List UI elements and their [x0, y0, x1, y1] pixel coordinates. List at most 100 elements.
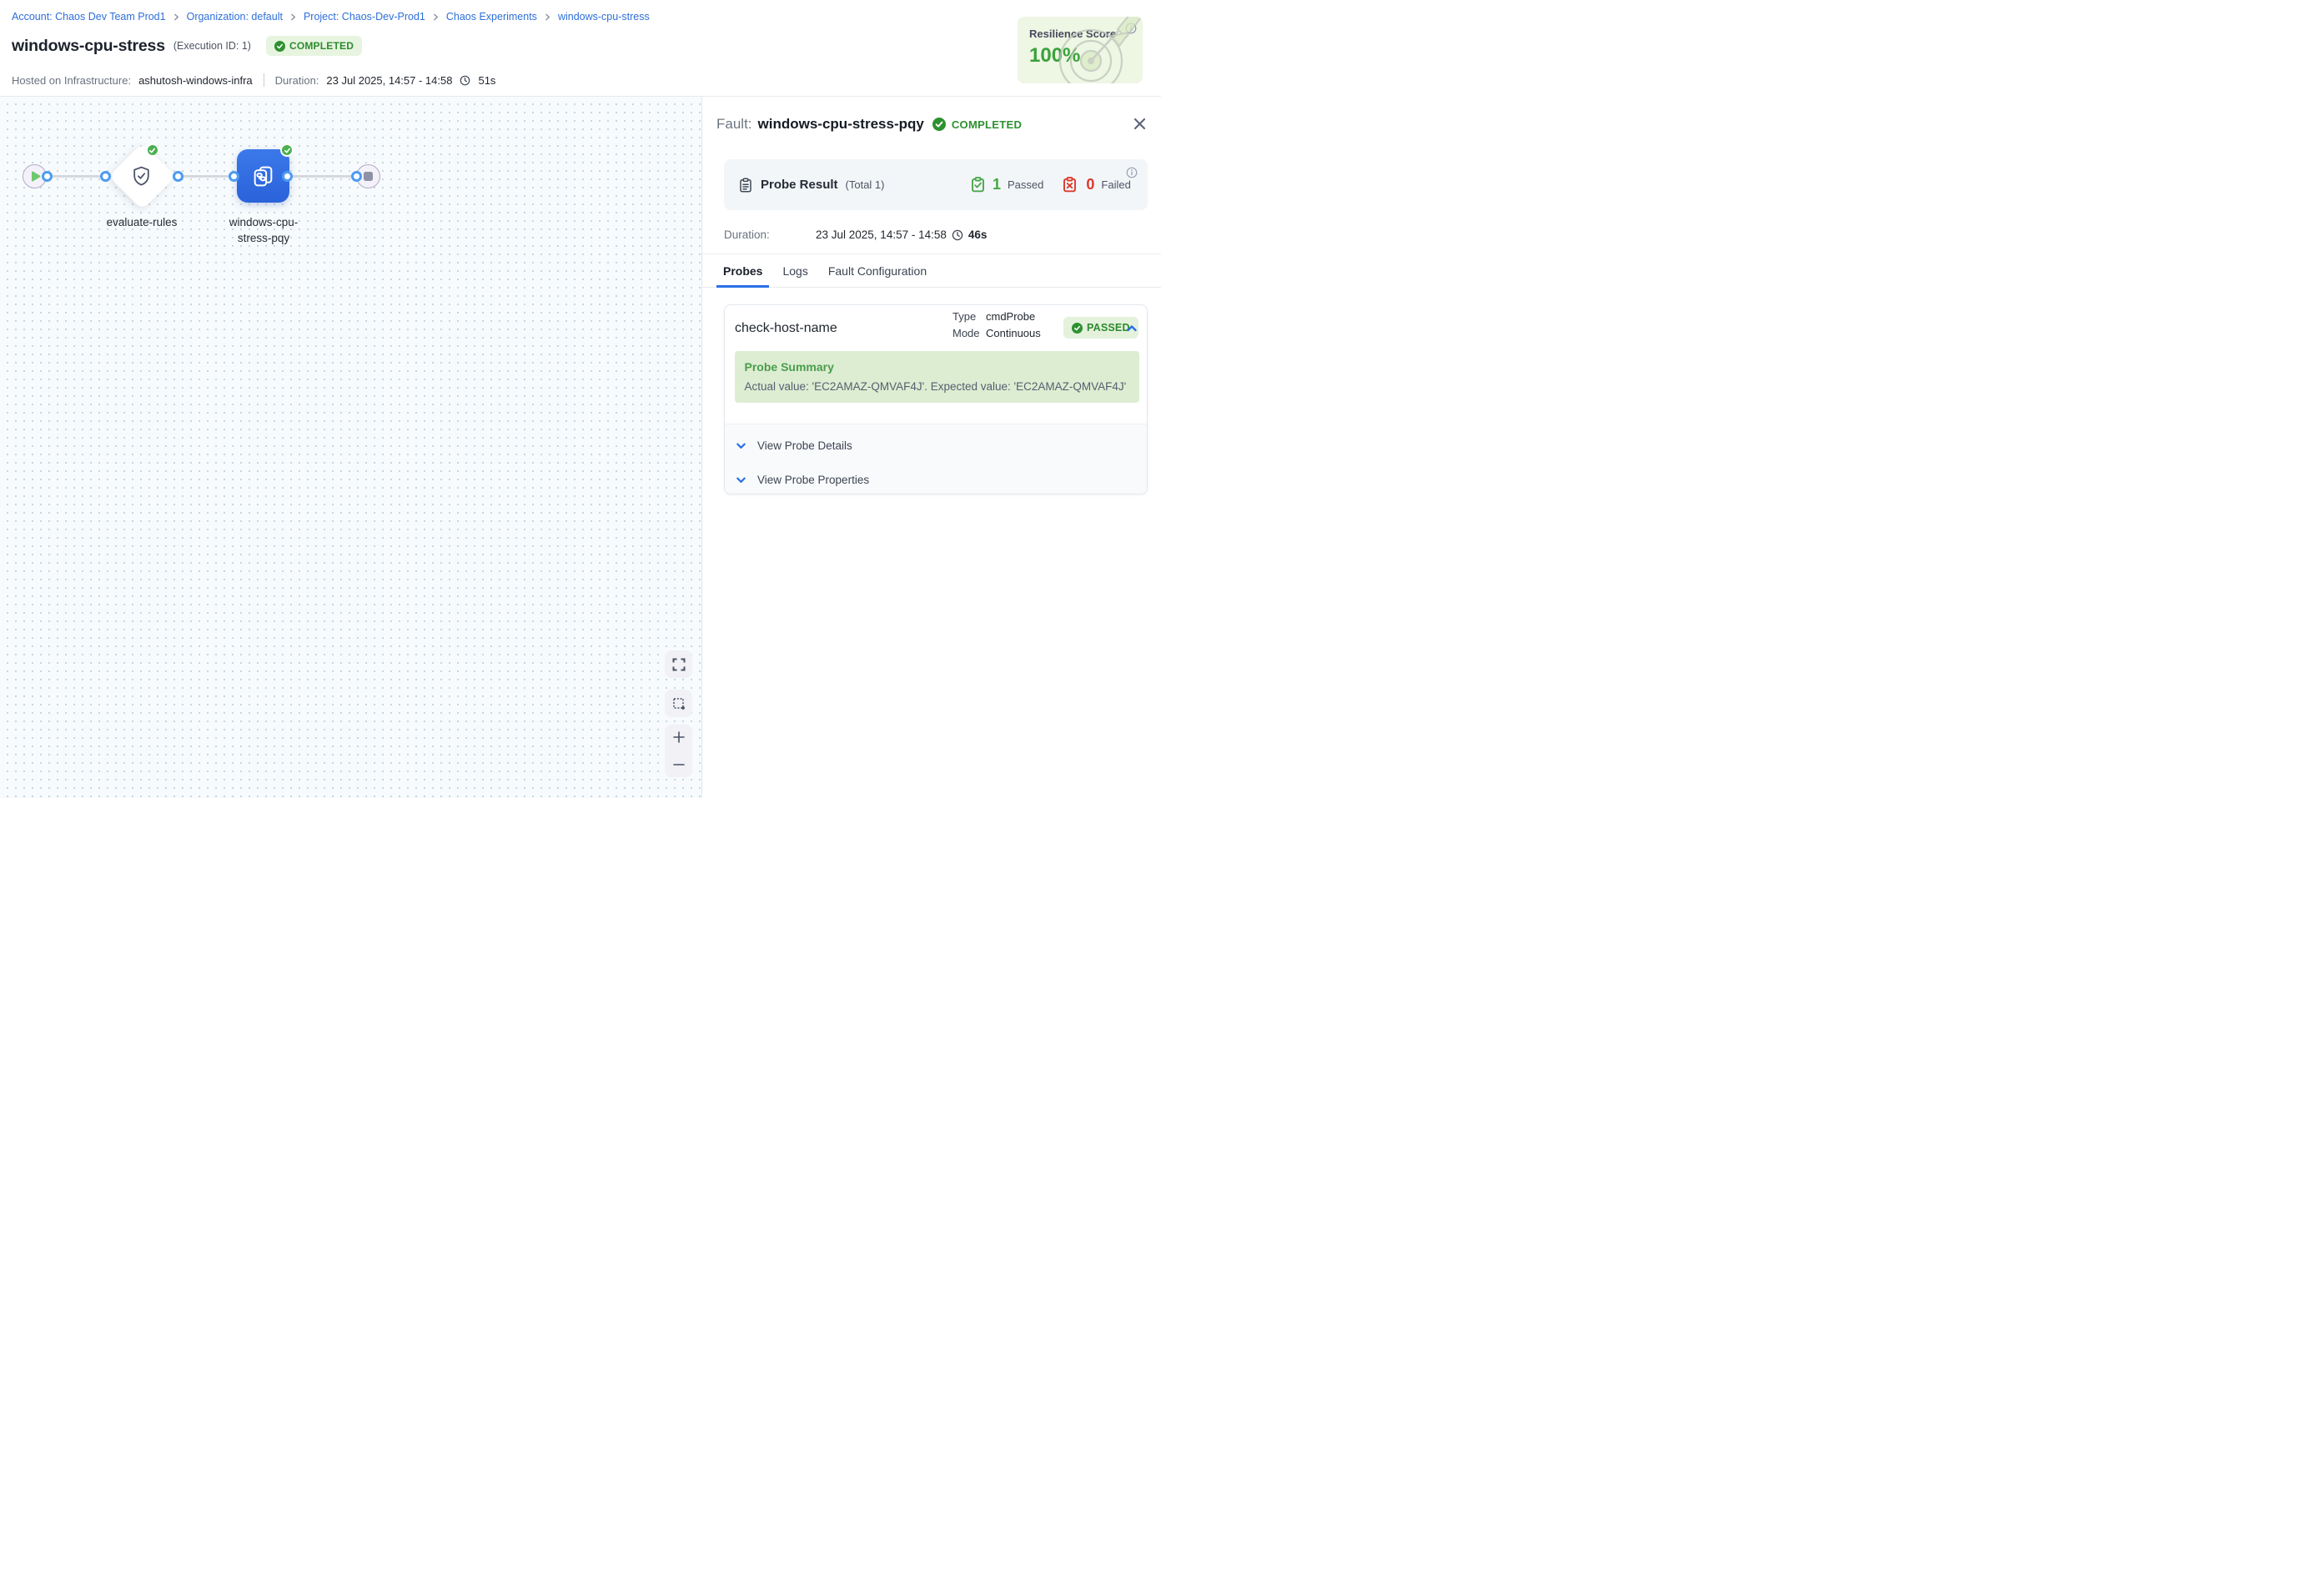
passed-label: Passed [1008, 178, 1043, 191]
experiment-status-label: COMPLETED [289, 40, 354, 52]
chevron-right-icon [173, 13, 180, 21]
probe-result-counts: 1 Passed 0 Failed [970, 159, 1143, 210]
subtitle-row: Hosted on Infrastructure: ashutosh-windo… [12, 73, 495, 87]
app-window: Account: Chaos Dev Team Prod1 Organizati… [0, 0, 1161, 798]
tab-probes[interactable]: Probes [716, 254, 769, 287]
view-probe-details-toggle[interactable]: View Probe Details [736, 439, 852, 452]
fault-detail-panel: Fault: windows-cpu-stress-pqy COMPLETED … [702, 97, 1161, 798]
duration-value: 23 Jul 2025, 14:57 - 14:58 [326, 74, 452, 87]
info-icon[interactable] [1126, 167, 1138, 183]
duration-label: Duration: [724, 228, 816, 241]
port [42, 171, 53, 182]
page-header: Account: Chaos Dev Team Prod1 Organizati… [0, 0, 1161, 97]
fullscreen-icon [672, 658, 686, 671]
close-panel-button[interactable] [1132, 116, 1148, 132]
breadcrumb: Account: Chaos Dev Team Prod1 Organizati… [12, 11, 650, 23]
fault-steps-icon [251, 164, 275, 188]
fault-header: Fault: windows-cpu-stress-pqy COMPLETED [716, 116, 1148, 133]
check-circle-icon [932, 118, 946, 131]
stop-icon [364, 172, 373, 181]
tab-fault-configuration[interactable]: Fault Configuration [822, 254, 933, 287]
duration-seconds: 46s [968, 228, 988, 241]
view-probe-details-label: View Probe Details [757, 439, 852, 452]
port [100, 171, 111, 182]
clock-icon [952, 229, 963, 241]
marquee-select-button[interactable] [665, 690, 692, 717]
infrastructure-name: ashutosh-windows-infra [138, 74, 253, 87]
probe-summary-title: Probe Summary [745, 360, 834, 374]
success-check-badge [280, 143, 294, 157]
success-check-badge [146, 143, 159, 157]
fault-label: Fault: [716, 116, 752, 133]
hosted-label: Hosted on Infrastructure: [12, 74, 131, 87]
probe-result-left: Probe Result (Total 1) [738, 159, 885, 210]
page-title: windows-cpu-stress [12, 37, 165, 56]
clock-icon [460, 75, 470, 86]
node-label-evaluate-rules: evaluate-rules [75, 215, 209, 231]
port [351, 171, 362, 182]
duration-value: 23 Jul 2025, 14:57 - 14:58 [816, 228, 947, 241]
check-circle-icon [274, 41, 285, 52]
shield-check-icon [130, 165, 153, 192]
clipboard-x-icon [1062, 177, 1078, 193]
resilience-score-card: Resilience Score 100% [1018, 17, 1143, 83]
experiment-status-badge: COMPLETED [266, 36, 362, 56]
probe-result-total: (Total 1) [846, 178, 885, 191]
edge-start-to-evaluate [47, 175, 106, 178]
edge-evaluate-to-fault [178, 175, 234, 178]
zoom-controls [665, 725, 692, 777]
chevron-up-icon[interactable] [1126, 323, 1138, 334]
play-icon [31, 171, 41, 182]
check-circle-icon [1072, 323, 1083, 334]
zoom-in-button[interactable] [672, 730, 686, 744]
duration-seconds: 51s [478, 74, 495, 87]
edge-fault-to-end [287, 175, 357, 178]
port [173, 171, 183, 182]
probe-status-label: PASSED [1087, 322, 1130, 334]
breadcrumb-current[interactable]: windows-cpu-stress [558, 11, 650, 23]
view-probe-properties-toggle[interactable]: View Probe Properties [736, 474, 869, 486]
chevron-down-icon [736, 474, 746, 485]
marquee-select-icon [672, 697, 686, 710]
probe-summary-box: Probe Summary Actual value: 'EC2AMAZ-QMV… [735, 351, 1139, 403]
failed-count: 0 [1086, 176, 1094, 193]
probe-type-mode: Type cmdProbe Mode Continuous [952, 310, 1041, 339]
chevron-down-icon [736, 440, 746, 451]
clipboard-check-icon [970, 177, 986, 193]
breadcrumb-organization[interactable]: Organization: default [187, 11, 283, 23]
probe-mode-value: Continuous [986, 327, 1041, 339]
probe-type-label: Type [952, 310, 986, 323]
title-row: windows-cpu-stress (Execution ID: 1) COM… [12, 36, 362, 56]
passed-count: 1 [993, 176, 1001, 193]
fault-name: windows-cpu-stress-pqy [758, 116, 924, 133]
probe-result-card: Probe Result (Total 1) 1 Passed 0 Failed [724, 159, 1148, 210]
pipeline-canvas[interactable]: evaluate-rules windows-cpu-stress-pqy [0, 97, 702, 798]
port [282, 171, 293, 182]
breadcrumb-chaos-experiments[interactable]: Chaos Experiments [446, 11, 537, 23]
probe-summary-text: Actual value: 'EC2AMAZ-QMVAF4J'. Expecte… [745, 380, 1127, 393]
execution-id: (Execution ID: 1) [173, 40, 251, 52]
view-probe-properties-label: View Probe Properties [757, 474, 869, 486]
breadcrumb-account[interactable]: Account: Chaos Dev Team Prod1 [12, 11, 166, 23]
target-arrow-illustration [1058, 17, 1143, 83]
probe-card: check-host-name Type cmdProbe Mode Conti… [724, 304, 1148, 494]
fault-status: COMPLETED [952, 118, 1022, 131]
node-label-fault: windows-cpu-stress-pqy [219, 215, 309, 246]
fullscreen-button[interactable] [665, 650, 692, 678]
breadcrumb-project[interactable]: Project: Chaos-Dev-Prod1 [304, 11, 425, 23]
port [229, 171, 239, 182]
probe-mode-label: Mode [952, 327, 986, 339]
clipboard-list-icon [738, 178, 753, 193]
probe-name: check-host-name [735, 321, 837, 336]
duration-label: Duration: [275, 74, 319, 87]
panel-tabs: Probes Logs Fault Configuration [702, 253, 1161, 288]
fault-duration-row: Duration: 23 Jul 2025, 14:57 - 14:58 46s [724, 228, 987, 241]
chevron-right-icon [289, 13, 297, 21]
probe-card-footer: View Probe Details View Probe Properties [725, 424, 1147, 494]
chevron-right-icon [432, 13, 440, 21]
probe-result-title: Probe Result [761, 178, 838, 192]
zoom-out-button[interactable] [672, 758, 686, 771]
probe-type-value: cmdProbe [986, 310, 1041, 323]
tab-logs[interactable]: Logs [776, 254, 814, 287]
chevron-right-icon [544, 13, 551, 21]
